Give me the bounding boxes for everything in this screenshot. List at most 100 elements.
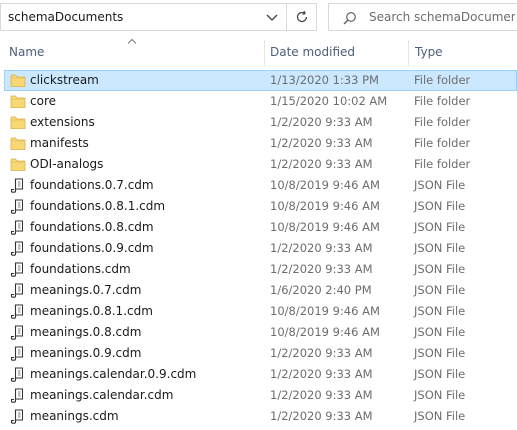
file-type: JSON File [414,367,466,381]
file-date-modified: 1/2/2020 9:33 AM [270,409,373,423]
file-row[interactable]: meanings.calendar.0.9.cdm 1/2/2020 9:33 A… [0,364,517,385]
file-row[interactable]: foundations.0.8.1.cdm 10/8/2019 9:46 AM JS… [0,196,517,217]
file-date-modified: 10/8/2019 9:46 AM [270,304,380,318]
search-icon [343,12,356,25]
file-name[interactable]: meanings.0.8.cdm [30,322,141,343]
toolbar: schemaDocuments [0,0,517,36]
file-row[interactable]: meanings.calendar.cdm 1/2/2020 9:33 AM JSO… [0,385,517,406]
column-header: Name Date modified Type [0,36,517,68]
file-type: File folder [414,73,471,87]
file-date-modified: 1/2/2020 9:33 AM [270,157,373,171]
file-type: JSON File [414,241,466,255]
file-name[interactable]: meanings.0.9.cdm [30,343,141,364]
folder-icon [10,158,26,171]
file-row[interactable]: meanings.0.8.cdm 10/8/2019 9:46 AM JSON Fi… [0,322,517,343]
json-file-icon [10,346,23,361]
search-box[interactable] [328,3,517,31]
file-row[interactable]: clickstream 1/13/2020 1:33 PM File folder [4,70,517,91]
file-name[interactable]: clickstream [30,71,99,90]
file-row[interactable]: extensions 1/2/2020 9:33 AM File folder [0,112,517,133]
file-date-modified: 1/2/2020 9:33 AM [270,388,373,402]
refresh-button[interactable] [287,3,317,31]
column-header-date-modified[interactable]: Date modified [270,36,355,68]
json-file-icon [10,220,23,235]
file-type: JSON File [414,388,466,402]
file-name[interactable]: core [30,91,56,112]
file-date-modified: 10/8/2019 9:46 AM [270,178,380,192]
file-row[interactable]: meanings.0.8.1.cdm 10/8/2019 9:46 AM JSON … [0,301,517,322]
search-input[interactable] [369,8,515,26]
file-name[interactable]: ODI-analogs [30,154,103,175]
file-type: File folder [414,94,471,108]
file-row[interactable]: meanings.0.9.cdm 1/2/2020 9:33 AM JSON Fil… [0,343,517,364]
file-date-modified: 1/13/2020 1:33 PM [270,73,379,87]
file-name[interactable]: extensions [30,112,95,133]
file-type: File folder [414,157,471,171]
file-name[interactable]: foundations.0.8.cdm [30,217,154,238]
json-file-icon [10,367,23,382]
sort-ascending-icon [127,38,137,44]
folder-icon [10,137,26,150]
file-date-modified: 1/2/2020 9:33 AM [270,115,373,129]
file-row[interactable]: foundations.0.7.cdm 10/8/2019 9:46 AM JSON… [0,175,517,196]
file-date-modified: 1/2/2020 9:33 AM [270,367,373,381]
file-name[interactable]: foundations.0.9.cdm [30,238,154,259]
chevron-down-icon[interactable] [264,7,280,27]
file-name[interactable]: foundations.0.8.1.cdm [30,196,165,217]
address-path: schemaDocuments [8,10,124,24]
file-date-modified: 10/8/2019 9:46 AM [270,199,380,213]
file-name[interactable]: foundations.cdm [30,259,131,280]
file-date-modified: 1/2/2020 9:33 AM [270,136,373,150]
file-date-modified: 1/15/2020 10:02 AM [270,94,388,108]
json-file-icon [10,178,23,193]
file-row[interactable]: foundations.0.8.cdm 10/8/2019 9:46 AM JSON… [0,217,517,238]
file-row[interactable]: foundations.cdm 1/2/2020 9:33 AM JSON File [0,259,517,280]
file-type: File folder [414,115,471,129]
file-type: JSON File [414,304,466,318]
file-type: JSON File [414,199,466,213]
json-file-icon [10,283,23,298]
file-type: JSON File [414,262,466,276]
file-name[interactable]: meanings.calendar.0.9.cdm [30,364,196,385]
file-name[interactable]: foundations.0.7.cdm [30,175,154,196]
file-row[interactable]: meanings.cdm 1/2/2020 9:33 AM JSON File [0,406,517,427]
file-name[interactable]: meanings.0.8.1.cdm [30,301,153,322]
file-type: JSON File [414,409,466,423]
file-type: JSON File [414,220,466,234]
address-bar[interactable]: schemaDocuments [0,3,287,31]
file-date-modified: 10/8/2019 9:46 AM [270,220,380,234]
file-type: JSON File [414,283,466,297]
column-header-type[interactable]: Type [415,36,443,68]
file-list: clickstream 1/13/2020 1:33 PM File folder c… [0,70,517,427]
file-row[interactable]: meanings.0.7.cdm 1/6/2020 2:40 PM JSON Fil… [0,280,517,301]
folder-icon [10,74,26,87]
json-file-icon [10,325,23,340]
column-header-name[interactable]: Name [9,36,44,68]
file-name[interactable]: meanings.0.7.cdm [30,280,141,301]
file-name[interactable]: manifests [30,133,89,154]
file-type: JSON File [414,325,466,339]
json-file-icon [10,262,23,277]
folder-icon [10,95,26,108]
file-row[interactable]: ODI-analogs 1/2/2020 9:33 AM File folder [0,154,517,175]
file-type: JSON File [414,178,466,192]
file-date-modified: 1/2/2020 9:33 AM [270,241,373,255]
refresh-icon [296,10,308,23]
json-file-icon [10,199,23,214]
json-file-icon [10,304,23,319]
file-row[interactable]: manifests 1/2/2020 9:33 AM File folder [0,133,517,154]
column-divider[interactable] [408,40,409,66]
json-file-icon [10,409,23,424]
file-row[interactable]: foundations.0.9.cdm 1/2/2020 9:33 AM JSON … [0,238,517,259]
folder-icon [10,116,26,129]
file-name[interactable]: meanings.cdm [30,406,119,427]
file-row[interactable]: core 1/15/2020 10:02 AM File folder [0,91,517,112]
file-type: JSON File [414,346,466,360]
file-date-modified: 1/2/2020 9:33 AM [270,262,373,276]
file-name[interactable]: meanings.calendar.cdm [30,385,173,406]
file-type: File folder [414,136,471,150]
column-divider[interactable] [264,40,265,66]
file-date-modified: 10/8/2019 9:46 AM [270,325,380,339]
file-date-modified: 1/6/2020 2:40 PM [270,283,372,297]
file-date-modified: 1/2/2020 9:33 AM [270,346,373,360]
